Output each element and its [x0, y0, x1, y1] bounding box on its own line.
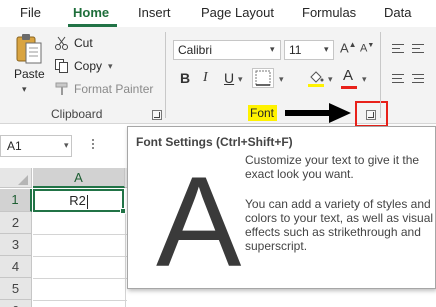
font-color-glyph: A	[343, 67, 354, 84]
name-box-value: A1	[7, 139, 22, 153]
clipboard-dialog-launcher[interactable]	[152, 110, 162, 120]
font-group-label: Font	[248, 105, 277, 121]
font-size-value: 11	[289, 43, 302, 57]
tab-insert[interactable]: Insert	[138, 5, 171, 20]
row-header-1[interactable]: 1	[0, 189, 32, 212]
font-settings-tooltip: Font Settings (Ctrl+Shift+F) A Customize…	[127, 126, 436, 289]
align-line	[392, 78, 402, 79]
ribbon-tabs: File Home Insert Page Layout Formulas Da…	[0, 0, 436, 27]
tooltip-description-line: You can add a variety of styles and	[245, 197, 431, 211]
fill-color-dropdown-caret[interactable]: ▾	[328, 74, 333, 85]
paste-button[interactable]	[14, 33, 44, 65]
row-header-2[interactable]: 2	[0, 212, 32, 234]
tab-data[interactable]: Data	[384, 5, 411, 20]
tab-page-layout[interactable]: Page Layout	[201, 5, 274, 20]
copy-icon	[54, 58, 70, 74]
align-line	[412, 52, 424, 53]
gridline	[125, 212, 126, 307]
align-line	[392, 74, 404, 75]
tab-formulas[interactable]: Formulas	[302, 5, 356, 20]
name-box[interactable]: A1	[0, 135, 72, 157]
font-color-dropdown-caret[interactable]: ▾	[362, 74, 367, 85]
align-line	[412, 44, 424, 45]
align-line	[392, 52, 404, 53]
tab-file[interactable]: File	[20, 5, 41, 20]
copy-button[interactable]: Copy ▾	[54, 57, 113, 75]
bold-button[interactable]: B	[180, 70, 190, 86]
format-painter-label: Format Painter	[74, 82, 154, 96]
row-header-3[interactable]: 3	[0, 234, 32, 256]
tab-home[interactable]: Home	[73, 5, 109, 20]
font-name-dropdown-icon[interactable]: ▾	[270, 44, 275, 55]
copy-label: Copy	[74, 59, 103, 73]
cell-a1[interactable]: R2	[33, 189, 124, 212]
gridline	[33, 300, 127, 301]
ribbon-group-separator	[165, 32, 166, 118]
tooltip-title: Font Settings (Ctrl+Shift+F)	[136, 135, 293, 149]
paste-dropdown-caret[interactable]: ▾	[22, 84, 27, 95]
tooltip-font-glyph: A	[156, 151, 242, 294]
align-line	[392, 44, 404, 45]
borders-button[interactable]	[252, 68, 274, 88]
tooltip-description-line: effects such as strikethrough and	[245, 225, 421, 239]
fill-handle[interactable]	[120, 208, 126, 214]
font-name-combobox[interactable]: Calibri	[173, 40, 281, 60]
paint-bucket-icon	[306, 71, 326, 92]
alignment-group	[388, 38, 436, 98]
font-color-button[interactable]: A	[340, 67, 358, 91]
italic-button[interactable]: I	[203, 70, 208, 86]
align-line	[412, 48, 420, 49]
align-line	[414, 78, 424, 79]
formula-bar-grip[interactable]	[92, 137, 95, 153]
underline-dropdown-caret[interactable]: ▾	[238, 74, 243, 85]
gridline	[33, 234, 127, 235]
align-line	[412, 82, 424, 83]
borders-dropdown-caret[interactable]: ▾	[279, 74, 284, 85]
borders-icon	[253, 70, 273, 90]
select-all-triangle-icon	[18, 175, 28, 185]
row-header-6[interactable]: 6	[0, 300, 32, 307]
paintbrush-icon	[54, 81, 70, 97]
name-box-dropdown-caret[interactable]: ▾	[64, 140, 69, 151]
column-header-a[interactable]: A	[33, 168, 125, 188]
annotation-arrow	[285, 103, 351, 123]
gridline	[33, 278, 127, 279]
scissors-icon	[54, 35, 70, 51]
font-size-dropdown-icon[interactable]: ▾	[324, 44, 329, 55]
paste-icon	[16, 34, 42, 64]
align-line	[412, 74, 424, 75]
clipboard-group-label: Clipboard	[51, 107, 103, 121]
tooltip-description-line: Customize your text to give it the	[245, 153, 420, 167]
font-name-value: Calibri	[178, 43, 213, 57]
increase-font-size-icon[interactable]: A▲	[340, 40, 357, 55]
align-line	[392, 48, 400, 49]
font-color-swatch	[341, 86, 357, 89]
fill-color-button[interactable]	[306, 69, 326, 89]
tooltip-description-line: superscript.	[245, 239, 308, 253]
cut-label: Cut	[74, 36, 93, 50]
ribbon-group-separator	[380, 32, 381, 118]
tooltip-description-line: exact look you want.	[245, 167, 354, 181]
annotation-highlight-box	[355, 101, 388, 127]
row-header-5[interactable]: 5	[0, 278, 32, 300]
cut-button[interactable]: Cut	[54, 34, 93, 52]
underline-button[interactable]: U	[224, 70, 234, 86]
row-header-4[interactable]: 4	[0, 256, 32, 278]
format-painter-button[interactable]: Format Painter	[54, 80, 153, 98]
gridline	[33, 256, 127, 257]
align-line	[392, 82, 404, 83]
paste-label[interactable]: Paste	[14, 67, 45, 81]
decrease-font-size-icon[interactable]: A▼	[360, 42, 374, 55]
text-cursor	[86, 194, 88, 209]
copy-dropdown-caret[interactable]: ▾	[108, 61, 113, 72]
tooltip-description-line: colors to your text, as well as visual	[245, 211, 434, 225]
cell-a1-value: R2	[69, 193, 86, 208]
